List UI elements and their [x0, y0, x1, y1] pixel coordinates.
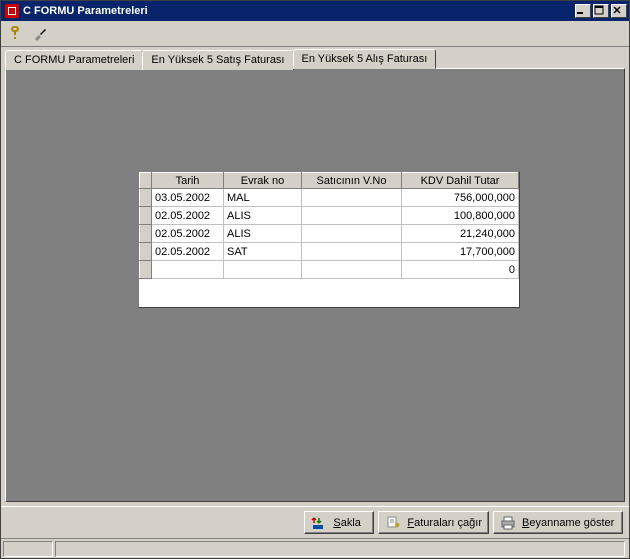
tab-label: En Yüksek 5 Alış Faturası — [302, 53, 428, 65]
status-bar — [1, 538, 629, 558]
tab-panel: Tarih Evrak no Satıcının V.No KDV Dahil … — [5, 68, 625, 502]
cell-tutar[interactable]: 17,700,000 — [402, 243, 519, 261]
cell-evrak[interactable]: SAT — [224, 243, 302, 261]
button-label: Beyanname göster — [522, 517, 614, 529]
button-label: Sakla — [333, 517, 361, 529]
grid-corner — [140, 173, 152, 189]
close-icon — [612, 5, 622, 15]
title-bar: C FORMU Parametreleri — [1, 1, 629, 21]
table-row[interactable]: 03.05.2002MAL 756,000,000 — [140, 189, 519, 207]
help-button[interactable] — [3, 23, 26, 45]
printer-icon — [500, 515, 516, 531]
row-header[interactable] — [140, 261, 152, 279]
cell-tutar[interactable]: 21,240,000 — [402, 225, 519, 243]
cell-tutar[interactable]: 0 — [402, 261, 519, 279]
toolbar — [1, 21, 629, 47]
cell-vno[interactable] — [302, 261, 402, 279]
cell-evrak[interactable] — [224, 261, 302, 279]
button-label: Faturaları çağır — [407, 517, 482, 529]
cell-tarih[interactable]: 02.05.2002 — [152, 207, 224, 225]
cell-vno[interactable] — [302, 243, 402, 261]
tab-label: C FORMU Parametreleri — [14, 54, 134, 66]
row-header[interactable] — [140, 207, 152, 225]
close-button[interactable] — [611, 4, 627, 18]
grid-header-row: Tarih Evrak no Satıcının V.No KDV Dahil … — [140, 173, 519, 189]
maximize-button[interactable] — [593, 4, 609, 18]
tool-button[interactable] — [28, 23, 51, 45]
tab-strip: C FORMU Parametreleri En Yüksek 5 Satış … — [5, 49, 625, 69]
cell-evrak[interactable]: ALIS — [224, 207, 302, 225]
button-bar: Sakla Faturaları çağır Beyanname göster — [1, 506, 629, 538]
cell-evrak[interactable]: MAL — [224, 189, 302, 207]
row-header[interactable] — [140, 225, 152, 243]
maximize-icon — [594, 5, 604, 15]
data-grid[interactable]: Tarih Evrak no Satıcının V.No KDV Dahil … — [138, 171, 520, 308]
cell-tutar[interactable]: 100,800,000 — [402, 207, 519, 225]
status-cell — [3, 541, 53, 557]
cell-tarih[interactable]: 02.05.2002 — [152, 225, 224, 243]
minimize-icon — [576, 5, 586, 15]
tab-satis[interactable]: En Yüksek 5 Satış Faturası — [142, 50, 293, 70]
table-row[interactable]: 02.05.2002ALIS 21,240,000 — [140, 225, 519, 243]
grid-empty-area — [139, 279, 519, 307]
tab-parametreleri[interactable]: C FORMU Parametreleri — [5, 50, 143, 70]
cell-tutar[interactable]: 756,000,000 — [402, 189, 519, 207]
document-out-icon — [385, 515, 401, 531]
table-row[interactable]: 0 — [140, 261, 519, 279]
window-buttons — [575, 4, 627, 18]
brush-icon — [32, 26, 48, 42]
tab-label: En Yüksek 5 Satış Faturası — [151, 54, 284, 66]
tab-alis[interactable]: En Yüksek 5 Alış Faturası — [293, 49, 437, 69]
help-icon — [7, 26, 23, 42]
col-tutar[interactable]: KDV Dahil Tutar — [402, 173, 519, 189]
cell-tarih[interactable] — [152, 261, 224, 279]
cell-evrak[interactable]: ALIS — [224, 225, 302, 243]
table-row[interactable]: 02.05.2002SAT 17,700,000 — [140, 243, 519, 261]
save-icon — [311, 515, 327, 531]
cell-tarih[interactable]: 02.05.2002 — [152, 243, 224, 261]
row-header[interactable] — [140, 189, 152, 207]
cell-vno[interactable] — [302, 189, 402, 207]
col-tarih[interactable]: Tarih — [152, 173, 224, 189]
content-area: C FORMU Parametreleri En Yüksek 5 Satış … — [1, 47, 629, 506]
status-cell — [55, 541, 625, 557]
col-evrak[interactable]: Evrak no — [224, 173, 302, 189]
cell-vno[interactable] — [302, 207, 402, 225]
window-title: C FORMU Parametreleri — [23, 5, 575, 17]
call-invoices-button[interactable]: Faturaları çağır — [378, 511, 489, 534]
show-declaration-button[interactable]: Beyanname göster — [493, 511, 623, 534]
app-icon — [5, 4, 19, 18]
col-vno[interactable]: Satıcının V.No — [302, 173, 402, 189]
cell-tarih[interactable]: 03.05.2002 — [152, 189, 224, 207]
app-window: C FORMU Parametreleri — [0, 0, 630, 559]
save-button[interactable]: Sakla — [304, 511, 374, 534]
cell-vno[interactable] — [302, 225, 402, 243]
minimize-button[interactable] — [575, 4, 591, 18]
table-row[interactable]: 02.05.2002ALIS 100,800,000 — [140, 207, 519, 225]
row-header[interactable] — [140, 243, 152, 261]
